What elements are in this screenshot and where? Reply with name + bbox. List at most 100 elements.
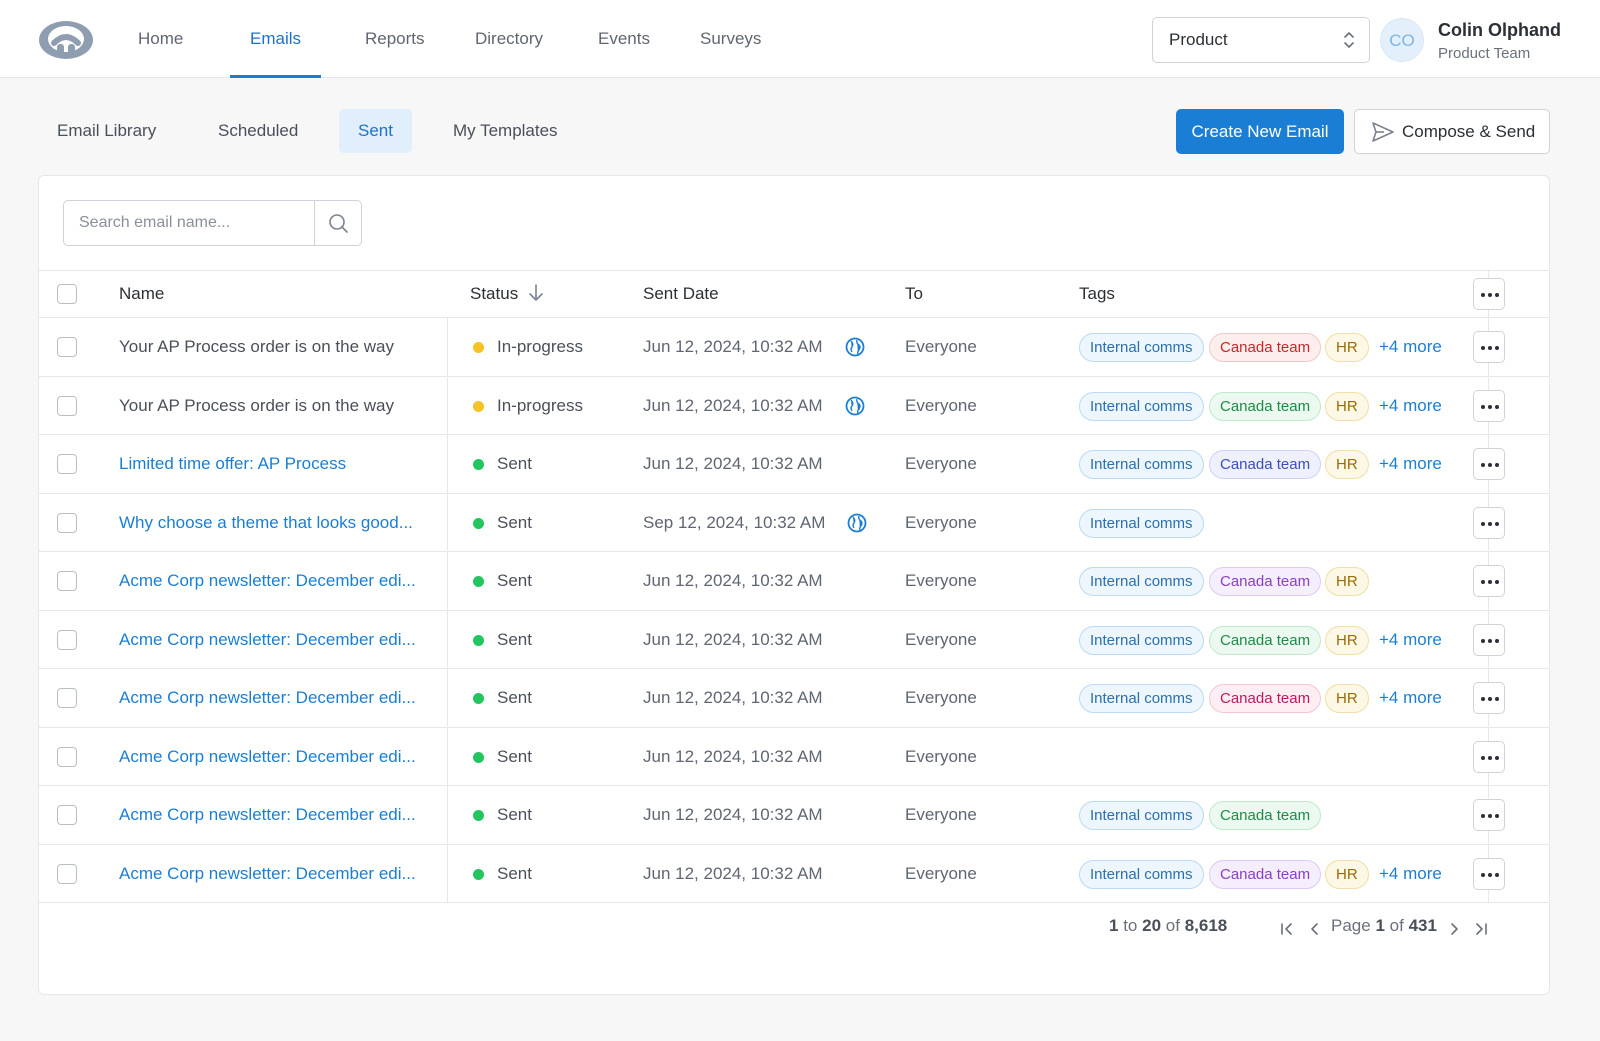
row-checkbox[interactable]: [57, 454, 77, 474]
row-checkbox[interactable]: [57, 571, 77, 591]
status-dot: [473, 868, 484, 880]
table-row[interactable]: Your AP Process order is on the way In-pr…: [39, 376, 1549, 435]
column-name[interactable]: Name: [119, 271, 164, 317]
status-dot: [473, 459, 484, 470]
tag-badge: Internal comms: [1079, 801, 1204, 830]
column-divider: [447, 318, 448, 376]
table-row[interactable]: Acme Corp newsletter: December edi... Sen…: [39, 552, 1549, 611]
nav-emails[interactable]: Emails: [229, 0, 322, 78]
row-more-button[interactable]: [1473, 448, 1505, 480]
tag-badge: Canada team: [1209, 625, 1322, 655]
search-button[interactable]: [314, 201, 361, 245]
next-page-icon[interactable]: [1446, 921, 1462, 937]
page-of-word: of: [1389, 916, 1404, 935]
more-tags-link[interactable]: +4 more: [1379, 377, 1442, 435]
email-name[interactable]: Acme Corp newsletter: December edi...: [119, 786, 416, 844]
create-new-email-button[interactable]: Create New Email: [1176, 109, 1344, 154]
email-name[interactable]: Acme Corp newsletter: December edi...: [119, 728, 416, 786]
row-checkbox[interactable]: [57, 629, 77, 650]
tab-email-library[interactable]: Email Library: [38, 109, 175, 153]
row-checkbox[interactable]: [57, 337, 77, 357]
table-row[interactable]: Limited time offer: AP Process Sent Jun 12…: [39, 435, 1549, 494]
tab-sent[interactable]: Sent: [339, 109, 412, 153]
row-more-button[interactable]: [1473, 389, 1505, 422]
tab-my-templates[interactable]: My Templates: [434, 109, 577, 153]
row-more-button[interactable]: [1473, 331, 1505, 363]
email-name[interactable]: Acme Corp newsletter: December edi...: [119, 611, 416, 669]
logo-icon[interactable]: [37, 18, 95, 64]
more-tags-link[interactable]: +4 more: [1379, 611, 1442, 669]
row-more-button[interactable]: [1473, 799, 1505, 831]
column-to[interactable]: To: [905, 271, 923, 317]
globe-icon: [845, 337, 865, 357]
tag-badge: Internal comms: [1079, 333, 1204, 362]
column-tags: Tags: [1079, 284, 1115, 303]
last-page-icon[interactable]: [1473, 921, 1489, 937]
nav-reports[interactable]: Reports: [365, 0, 425, 78]
range-end: 20: [1142, 916, 1162, 935]
row-checkbox[interactable]: [57, 395, 77, 416]
nav-surveys[interactable]: Surveys: [700, 0, 761, 78]
avatar[interactable]: CO: [1380, 18, 1424, 62]
email-name[interactable]: Acme Corp newsletter: December edi...: [119, 552, 416, 610]
column-divider: [447, 844, 448, 902]
sent-date: Jun 12, 2024, 10:32 AM: [643, 454, 823, 473]
more-dots-icon: [1481, 293, 1499, 297]
sort-down-icon[interactable]: [529, 284, 543, 302]
email-name: Your AP Process order is on the way: [119, 337, 394, 356]
status-text: In-progress: [497, 395, 583, 415]
nav-home[interactable]: Home: [138, 0, 183, 78]
team-select[interactable]: Product: [1152, 17, 1370, 63]
email-name[interactable]: Why choose a theme that looks good...: [119, 494, 413, 552]
email-name[interactable]: Acme Corp newsletter: December edi...: [119, 845, 416, 903]
nav-directory[interactable]: Directory: [475, 0, 543, 78]
compose-send-button[interactable]: Compose & Send: [1354, 109, 1550, 154]
table-row[interactable]: Acme Corp newsletter: December edi... Sen…: [39, 610, 1549, 669]
row-checkbox[interactable]: [57, 805, 77, 825]
first-page-icon[interactable]: [1279, 921, 1295, 937]
more-dots-icon: [1481, 638, 1499, 643]
range-total: 8,618: [1184, 916, 1228, 935]
search-input[interactable]: [64, 201, 316, 245]
table-row[interactable]: Acme Corp newsletter: December edi... Sen…: [39, 844, 1549, 903]
sent-date: Sep 12, 2024, 10:32 AM: [643, 512, 826, 532]
row-more-button[interactable]: [1473, 682, 1505, 714]
table-row[interactable]: Acme Corp newsletter: December edi... Sen…: [39, 669, 1549, 728]
email-name[interactable]: Acme Corp newsletter: December edi...: [119, 669, 416, 727]
row-more-button[interactable]: [1473, 740, 1505, 773]
more-tags-link[interactable]: +4 more: [1379, 318, 1442, 376]
prev-page-icon[interactable]: [1307, 921, 1323, 937]
table-row[interactable]: Why choose a theme that looks good... Sen…: [39, 493, 1549, 552]
more-tags-link[interactable]: +4 more: [1379, 669, 1442, 727]
more-tags-link[interactable]: +4 more: [1379, 845, 1442, 903]
select-all-checkbox[interactable]: [57, 284, 77, 304]
tab-scheduled[interactable]: Scheduled: [199, 109, 317, 153]
nav-events[interactable]: Events: [598, 0, 650, 78]
recipient: Everyone: [905, 512, 977, 532]
table-row[interactable]: Acme Corp newsletter: December edi... Sen…: [39, 786, 1549, 845]
tag-badge: HR: [1325, 567, 1369, 596]
row-checkbox[interactable]: [57, 512, 77, 533]
sent-date: Jun 12, 2024, 10:32 AM: [643, 337, 823, 356]
table-row[interactable]: Acme Corp newsletter: December edi... Sen…: [39, 727, 1549, 786]
tag-badge: HR: [1325, 391, 1369, 421]
row-checkbox[interactable]: [57, 746, 77, 767]
tag-badge: Canada team: [1209, 684, 1322, 713]
row-more-button[interactable]: [1473, 565, 1505, 597]
row-more-button[interactable]: [1473, 506, 1505, 539]
more-tags-link[interactable]: +4 more: [1379, 435, 1442, 493]
header-more-button[interactable]: [1473, 278, 1505, 310]
row-more-button[interactable]: [1473, 623, 1505, 656]
search-box: [63, 200, 362, 246]
row-more-button[interactable]: [1473, 857, 1505, 890]
tag-badge: HR: [1325, 450, 1369, 479]
email-name[interactable]: Limited time offer: AP Process: [119, 435, 346, 493]
row-checkbox[interactable]: [57, 688, 77, 708]
more-dots-icon: [1481, 580, 1499, 584]
row-checkbox[interactable]: [57, 863, 77, 884]
column-sent-date[interactable]: Sent Date: [643, 271, 719, 317]
column-divider: [447, 610, 448, 668]
column-status[interactable]: Status: [470, 271, 543, 317]
table-row[interactable]: Your AP Process order is on the way In-pr…: [39, 318, 1549, 377]
column-divider: [447, 552, 448, 610]
